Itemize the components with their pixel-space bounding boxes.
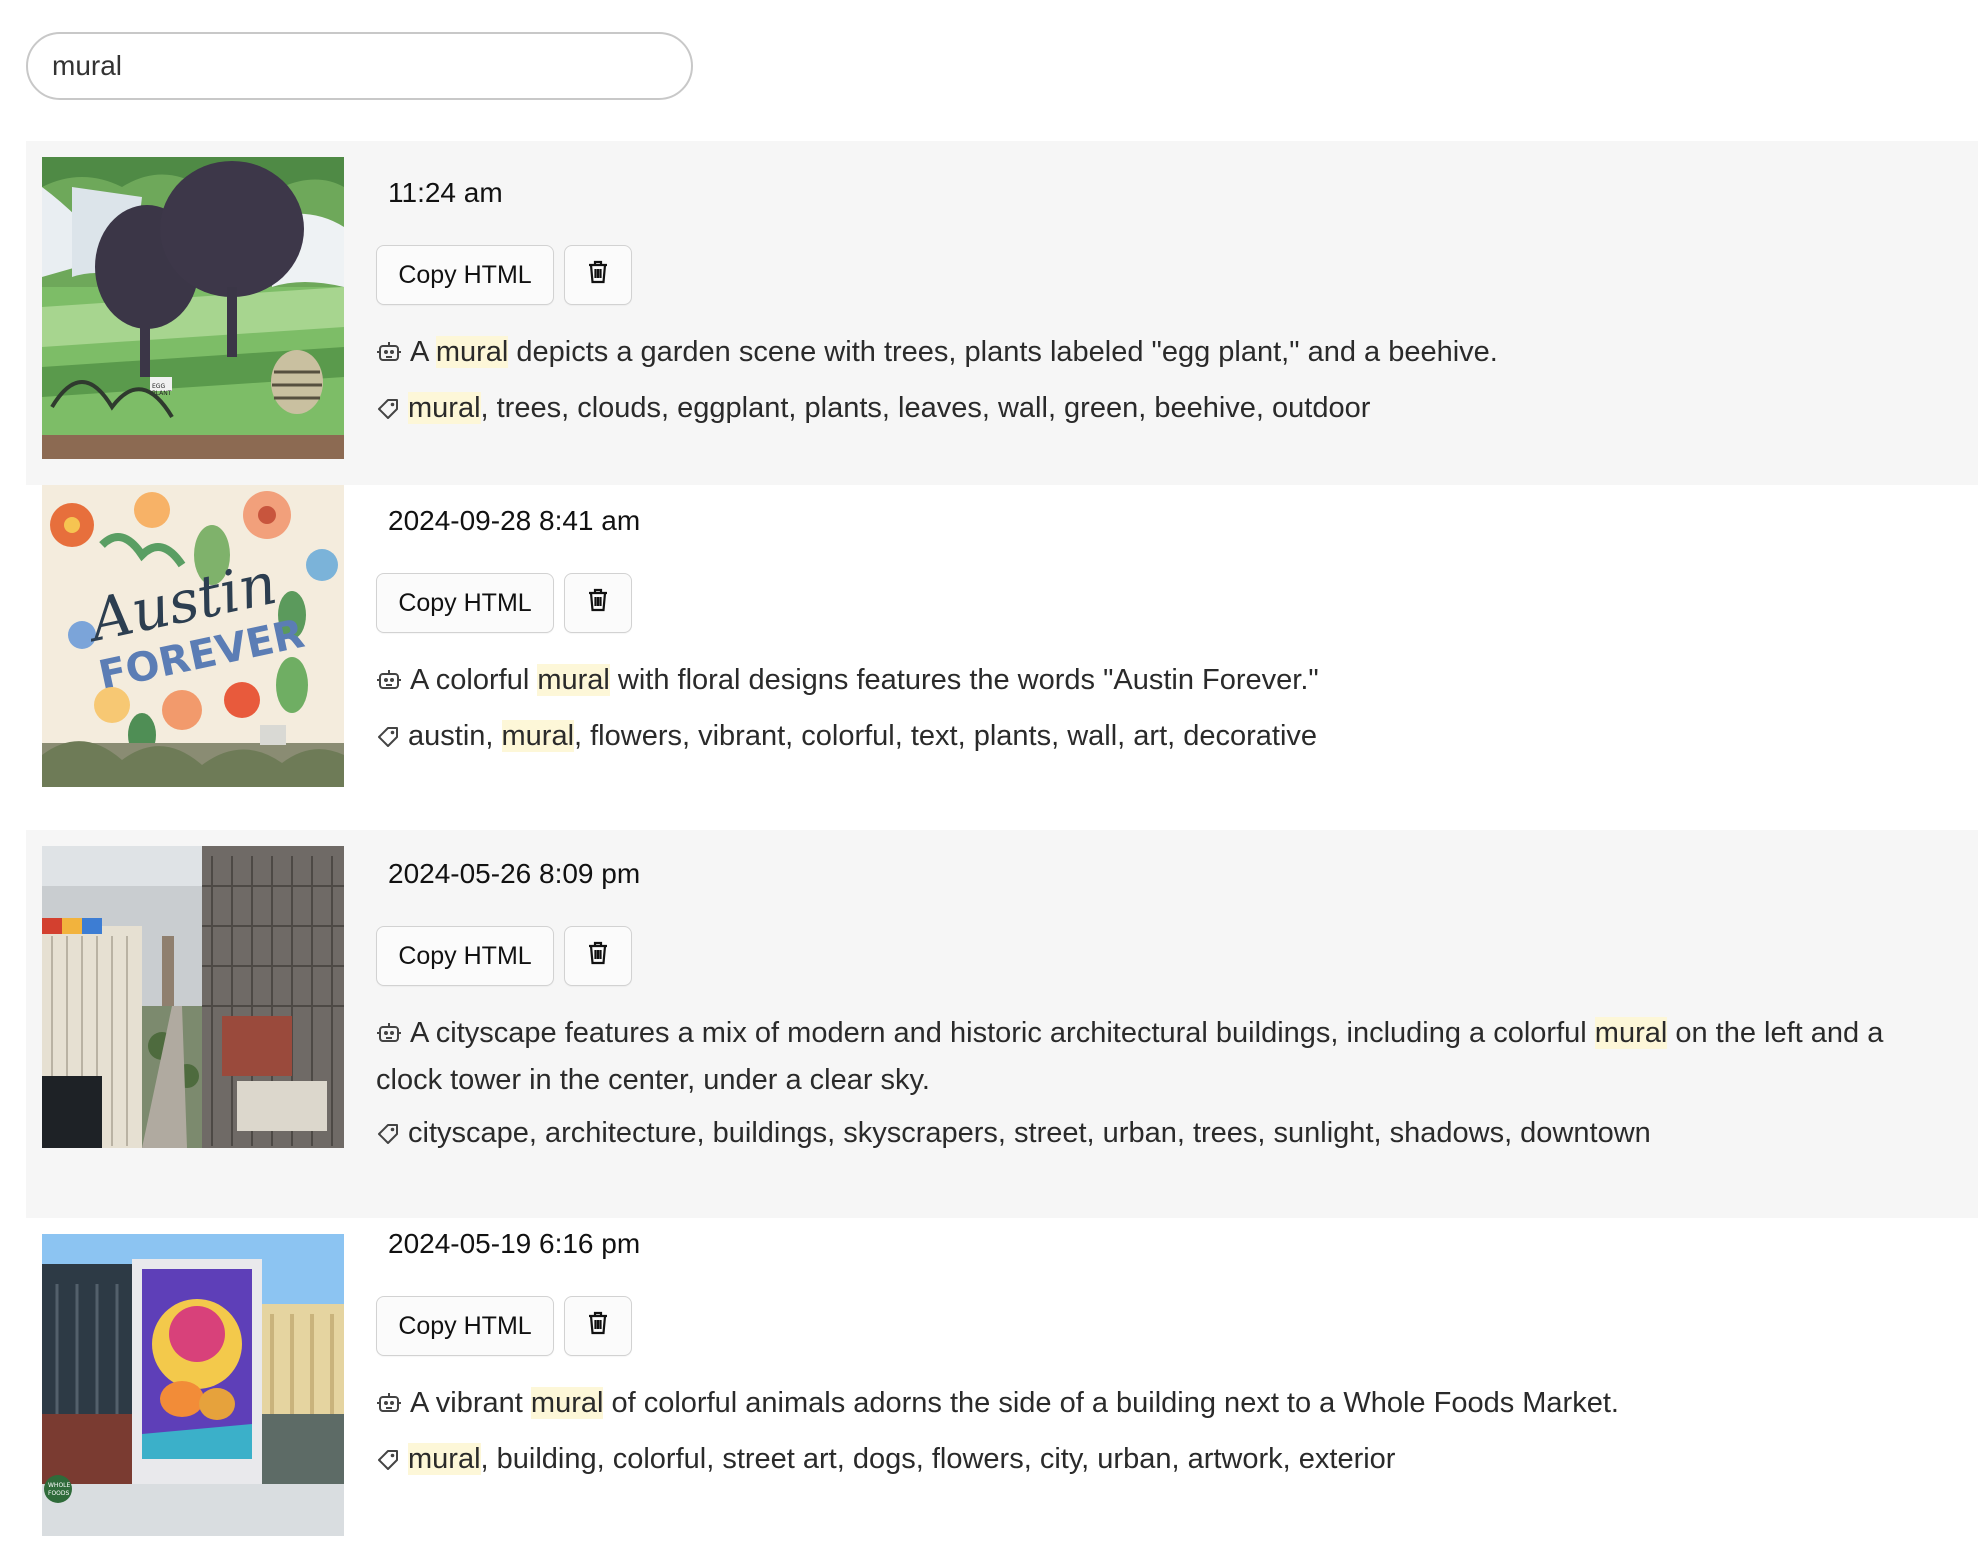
result-thumbnail[interactable]: EGG PLANT xyxy=(42,157,344,459)
copy-html-button[interactable]: Copy HTML xyxy=(376,245,554,305)
trash-icon xyxy=(587,260,609,291)
tags-text: austin, mural, flowers, vibrant, colorfu… xyxy=(408,720,1317,752)
tag-list: cityscape, architecture, buildings, skys… xyxy=(376,1112,1651,1159)
description-text: A vibrant mural of colorful animals ador… xyxy=(410,1387,1619,1419)
text-segment: austin, xyxy=(408,720,502,752)
tags-text: mural, building, colorful, street art, d… xyxy=(408,1443,1395,1475)
ai-description: A colorful mural with floral designs fea… xyxy=(376,659,1956,706)
robot-icon xyxy=(376,663,402,706)
ai-description: A cityscape features a mix of modern and… xyxy=(376,1012,1956,1102)
robot-icon xyxy=(376,335,402,378)
timestamp: 2024-05-26 8:09 pm xyxy=(388,858,641,889)
ai-description: A mural depicts a garden scene with tree… xyxy=(376,331,1956,378)
delete-button[interactable] xyxy=(564,245,632,305)
ai-description: A vibrant mural of colorful animals ador… xyxy=(376,1382,1956,1429)
search-bar xyxy=(26,32,693,100)
timestamp: 2024-05-19 6:16 pm xyxy=(388,1228,641,1259)
garden-mural-image: EGG PLANT xyxy=(42,157,344,459)
trash-icon xyxy=(587,1311,609,1342)
trash-icon xyxy=(587,941,609,972)
tag-icon xyxy=(376,719,400,762)
search-highlight: mural xyxy=(435,336,509,368)
cityscape-image xyxy=(42,846,344,1148)
search-input[interactable] xyxy=(26,32,693,100)
description-text: A colorful mural with floral designs fea… xyxy=(410,664,1319,696)
trash-icon xyxy=(587,588,609,619)
copy-html-button[interactable]: Copy HTML xyxy=(376,1296,554,1356)
search-highlight: mural xyxy=(537,664,610,696)
image-sign-text: WHOLE xyxy=(48,1482,71,1489)
tag-icon xyxy=(376,1442,400,1485)
tag-list: mural, building, colorful, street art, d… xyxy=(376,1438,1395,1485)
search-highlight: mural xyxy=(501,720,575,752)
result-item: Austin FOREVER 2024-09-28 8:41 am Copy H… xyxy=(26,485,1978,830)
text-segment: of colorful animals adorns the side of a… xyxy=(603,1387,1619,1419)
text-segment: A vibrant xyxy=(410,1387,531,1419)
tags-text: mural, trees, clouds, eggplant, plants, … xyxy=(408,392,1370,424)
result-thumbnail[interactable]: WHOLE FOODS xyxy=(42,1234,344,1536)
image-sign-text: EGG xyxy=(152,383,165,390)
text-segment: with floral designs features the words "… xyxy=(609,664,1319,696)
result-thumbnail[interactable] xyxy=(42,846,344,1148)
result-item: 2024-05-26 8:09 pm Copy HTML A cityscape… xyxy=(26,830,1978,1218)
copy-html-button[interactable]: Copy HTML xyxy=(376,926,554,986)
results-list: EGG PLANT 11:24 am Copy HTML A mural dep… xyxy=(26,141,1978,1536)
result-item: EGG PLANT 11:24 am Copy HTML A mural dep… xyxy=(26,141,1978,485)
result-thumbnail[interactable]: Austin FOREVER xyxy=(42,485,344,787)
copy-html-button[interactable]: Copy HTML xyxy=(376,573,554,633)
search-highlight: mural xyxy=(408,392,481,424)
text-segment: cityscape, architecture, buildings, skys… xyxy=(408,1117,1651,1149)
whole-foods-mural-image: WHOLE FOODS xyxy=(42,1234,344,1536)
austin-forever-mural-image: Austin FOREVER xyxy=(42,485,344,787)
delete-button[interactable] xyxy=(564,1296,632,1356)
tag-list: mural, trees, clouds, eggplant, plants, … xyxy=(376,387,1370,434)
text-segment: A xyxy=(410,336,436,368)
text-segment: A colorful xyxy=(410,664,538,696)
tag-icon xyxy=(376,1116,400,1159)
description-text: A mural depicts a garden scene with tree… xyxy=(410,336,1498,368)
text-segment: , flowers, vibrant, colorful, text, plan… xyxy=(574,720,1318,752)
image-sign-text: FOODS xyxy=(48,1490,70,1497)
text-segment: , trees, clouds, eggplant, plants, leave… xyxy=(480,392,1371,424)
text-segment: A cityscape features a mix of modern and… xyxy=(410,1017,1595,1049)
tag-icon xyxy=(376,391,400,434)
delete-button[interactable] xyxy=(564,573,632,633)
search-highlight: mural xyxy=(530,1387,604,1419)
delete-button[interactable] xyxy=(564,926,632,986)
robot-icon xyxy=(376,1016,402,1059)
text-segment: depicts a garden scene with trees, plant… xyxy=(508,336,1498,368)
timestamp: 2024-09-28 8:41 am xyxy=(388,505,641,536)
description-text: A cityscape features a mix of modern and… xyxy=(376,1017,1883,1096)
text-segment: , building, colorful, street art, dogs, … xyxy=(480,1443,1396,1475)
result-item: WHOLE FOODS 2024-05-19 6:16 pm Copy HTML… xyxy=(26,1218,1978,1536)
search-highlight: mural xyxy=(1594,1017,1668,1049)
search-highlight: mural xyxy=(408,1443,481,1475)
tag-list: austin, mural, flowers, vibrant, colorfu… xyxy=(376,715,1317,762)
robot-icon xyxy=(376,1386,402,1429)
timestamp: 11:24 am xyxy=(388,177,503,208)
tags-text: cityscape, architecture, buildings, skys… xyxy=(408,1117,1651,1149)
